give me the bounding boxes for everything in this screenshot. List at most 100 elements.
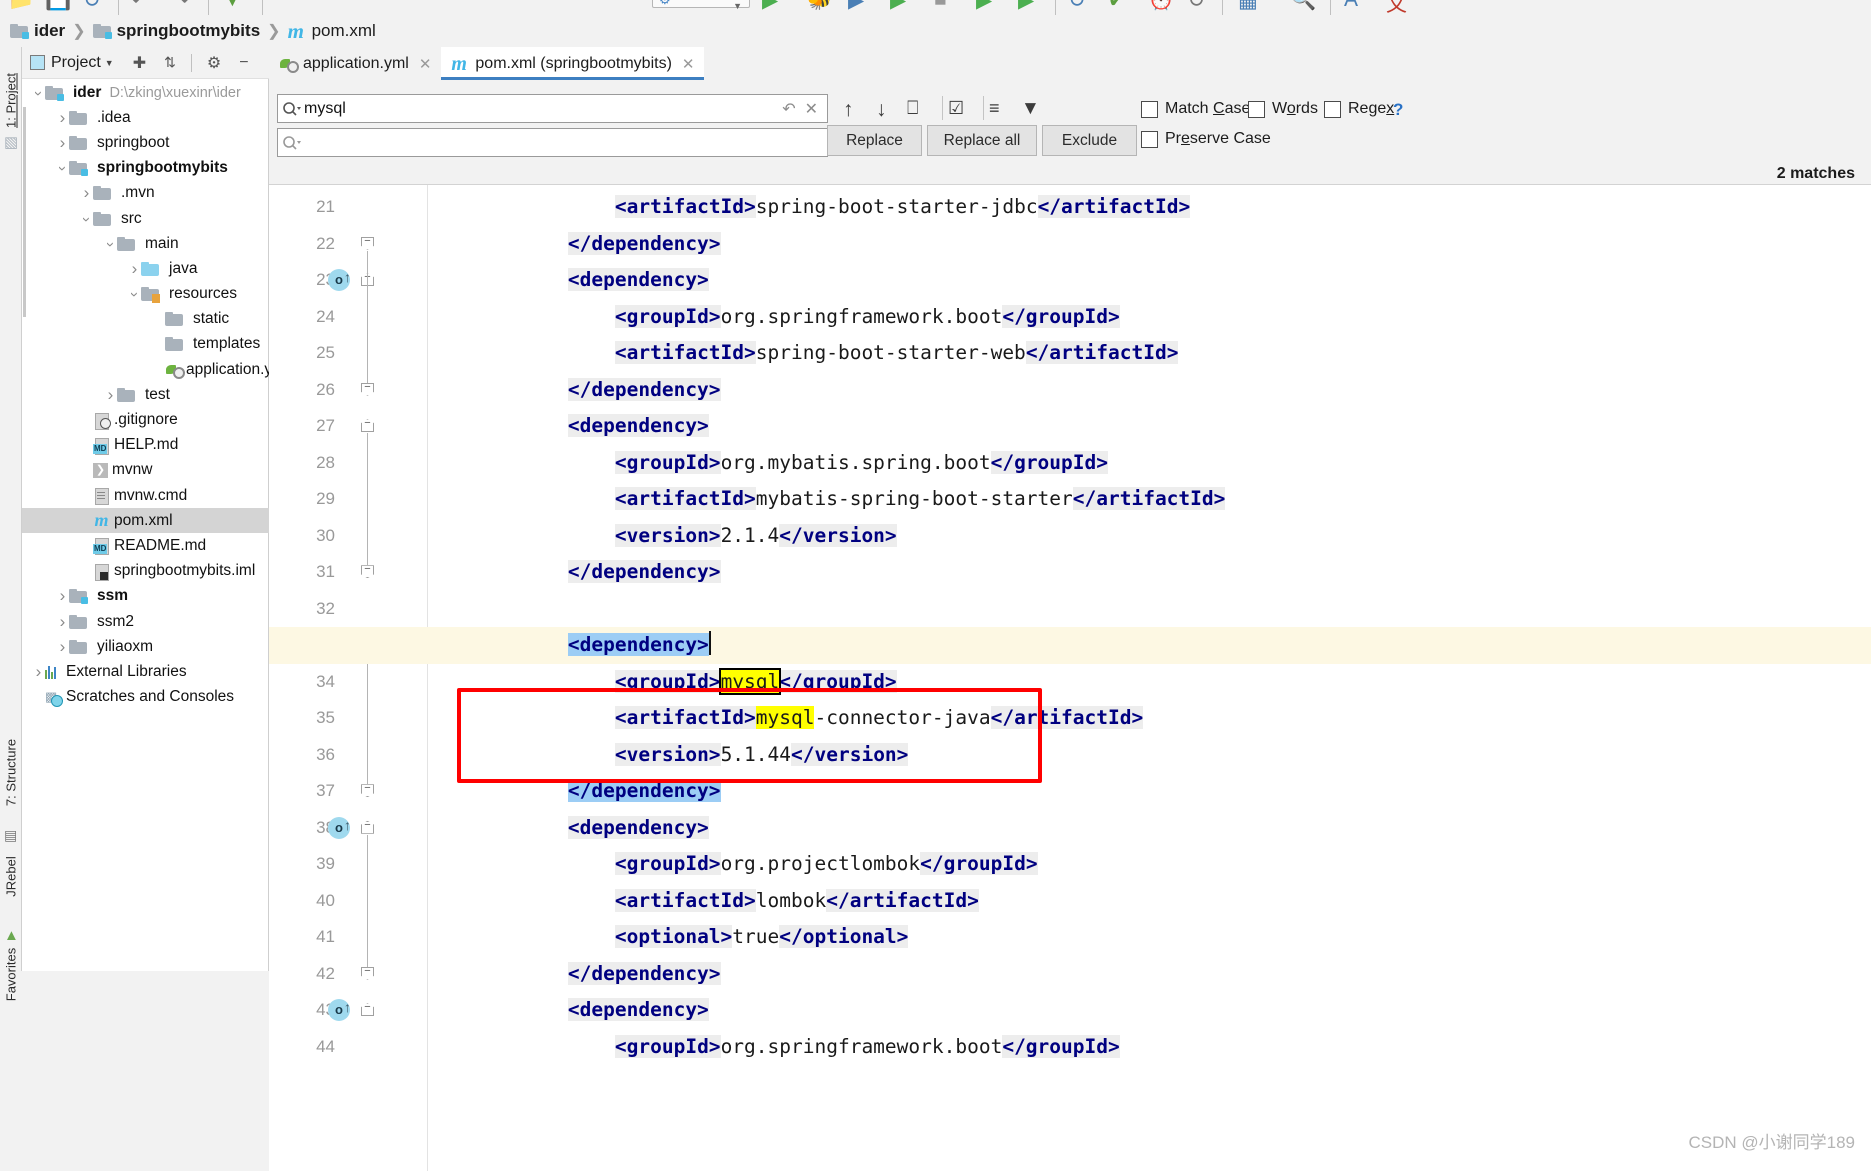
words-checkbox[interactable]: Words	[1248, 100, 1318, 118]
code-line-43[interactable]: <dependency>	[269, 992, 1871, 1029]
replace-button[interactable]: Replace	[827, 125, 922, 156]
attach-icon[interactable]: ▶	[1018, 0, 1034, 13]
tree-item-static[interactable]: static	[22, 307, 269, 332]
vcs-history-icon[interactable]: ⏰	[1148, 0, 1174, 12]
code-line-37[interactable]: </dependency>	[269, 773, 1871, 810]
regex-help-icon[interactable]: ?	[1393, 100, 1403, 120]
redo-icon[interactable]: ↷	[172, 0, 190, 13]
tree-expand-arrow-icon[interactable]: ›	[104, 385, 117, 405]
tree-item--gitignore[interactable]: .gitignore	[22, 407, 269, 432]
run-configuration-selector[interactable]: ⚙ ssm ▼	[652, 0, 750, 11]
code-line-23[interactable]: <dependency>	[269, 262, 1871, 299]
tree-item-springbootmybits[interactable]: › springbootmybits	[22, 156, 269, 181]
tree-expand-arrow-icon[interactable]: ›	[78, 209, 95, 229]
tree-expand-arrow-icon[interactable]: ›	[56, 133, 69, 153]
code-line-42[interactable]: </dependency>	[269, 956, 1871, 993]
hide-panel-icon[interactable]: −	[239, 54, 248, 72]
tree-item-yiliaoxm[interactable]: › yiliaoxm	[22, 634, 269, 659]
tree-expand-arrow-icon[interactable]: ›	[56, 108, 69, 128]
code-line-36[interactable]: <version>5.1.44</version>	[269, 737, 1871, 774]
tree-item-readme-md[interactable]: MD README.md	[22, 533, 269, 558]
breadcrumb-item-ider[interactable]: ider	[10, 21, 65, 41]
search-icon[interactable]	[278, 101, 304, 117]
code-line-44[interactable]: <groupId>org.springframework.boot</group…	[269, 1029, 1871, 1066]
code-line-21[interactable]: <artifactId>spring-boot-starter-jdbc</ar…	[269, 189, 1871, 226]
code-line-39[interactable]: <groupId>org.projectlombok</groupId>	[269, 846, 1871, 883]
tree-item-external-libraries[interactable]: › External Libraries	[22, 659, 269, 684]
replace-all-button[interactable]: Replace all	[927, 125, 1037, 156]
code-line-28[interactable]: <groupId>org.mybatis.spring.boot</groupI…	[269, 445, 1871, 482]
tree-item-test[interactable]: › test	[22, 382, 269, 407]
tree-item-main[interactable]: › main	[22, 231, 269, 256]
tree-item-ssm[interactable]: › ssm	[22, 584, 269, 609]
code-line-31[interactable]: </dependency>	[269, 554, 1871, 591]
tree-expand-arrow-icon[interactable]: ›	[102, 234, 119, 254]
find-previous-icon[interactable]: ↑	[843, 98, 854, 122]
in-selection-icon[interactable]: ≡	[989, 98, 1000, 119]
project-scrollbar-thumb[interactable]	[23, 107, 26, 317]
tree-item-springboot[interactable]: › springboot	[22, 130, 269, 155]
tool-window-favorites[interactable]: Favorites	[4, 940, 19, 1010]
open-folder-icon[interactable]: 📁	[8, 0, 34, 12]
clear-search-icon[interactable]: ✕	[805, 99, 818, 119]
checkbox-box[interactable]	[1324, 100, 1341, 118]
breadcrumb-item-springbootmybits[interactable]: springbootmybits	[92, 21, 260, 41]
stop-icon[interactable]: ■	[934, 0, 947, 12]
code-line-41[interactable]: <optional>true</optional>	[269, 919, 1871, 956]
settings-gear-icon[interactable]: ⚙	[207, 53, 221, 73]
code-line-29[interactable]: <artifactId>mybatis-spring-boot-starter<…	[269, 481, 1871, 518]
replace-input[interactable]	[304, 133, 827, 152]
checkbox-box[interactable]	[1141, 130, 1158, 148]
sync-icon[interactable]: ↻	[83, 0, 101, 13]
tree-item--idea[interactable]: › .idea	[22, 105, 269, 130]
tree-item-pom-xml[interactable]: m pom.xml	[22, 508, 269, 534]
match-case-checkbox[interactable]: Match Case	[1141, 100, 1250, 118]
checkbox-box[interactable]	[1248, 100, 1265, 118]
checkbox-box[interactable]	[1141, 100, 1158, 118]
filter-icon[interactable]: ▼	[1021, 98, 1040, 120]
code-line-38[interactable]: <dependency>	[269, 810, 1871, 847]
tree-expand-arrow-icon[interactable]: ›	[128, 259, 141, 279]
project-tree[interactable]: › ider D:\zking\xuexinr\ider › .idea › springb…	[22, 80, 269, 971]
tree-expand-arrow-icon[interactable]: ›	[126, 284, 143, 304]
tree-item-mvnw-cmd[interactable]: mvnw.cmd	[22, 483, 269, 508]
tree-expand-arrow-icon[interactable]: ›	[80, 183, 93, 203]
tree-item-help-md[interactable]: MD HELP.md	[22, 433, 269, 458]
replace-field[interactable]	[277, 128, 828, 157]
code-line-40[interactable]: <artifactId>lombok</artifactId>	[269, 883, 1871, 920]
undo-icon[interactable]: ↶	[131, 0, 149, 13]
vcs-revert-icon[interactable]: ↺	[1188, 0, 1206, 13]
tree-item-application-yml[interactable]: application.yml	[22, 357, 269, 382]
tree-item-templates[interactable]: templates	[22, 332, 269, 357]
tree-expand-arrow-icon[interactable]: ›	[56, 586, 69, 606]
code-line-27[interactable]: <dependency>	[269, 408, 1871, 445]
tree-item-scratches-and-consoles[interactable]: ▩ Scratches and Consoles	[22, 685, 269, 710]
search-input[interactable]	[304, 99, 783, 118]
tab-pom-xml[interactable]: m pom.xml (springbootmybits) ✕	[441, 47, 705, 80]
tree-item-ider[interactable]: › ider D:\zking\xuexinr\ider	[22, 80, 269, 105]
tree-item-resources[interactable]: › resources	[22, 282, 269, 307]
close-icon[interactable]: ✕	[682, 55, 695, 73]
tree-item-src[interactable]: › src	[22, 206, 269, 231]
tool-window-structure[interactable]: 7: Structure	[4, 738, 19, 808]
code-lines[interactable]: <artifactId>spring-boot-starter-jdbc</ar…	[269, 185, 1871, 1171]
tab-application-yml[interactable]: application.yml ✕	[269, 47, 442, 80]
tool-window-project[interactable]: 1: Project	[4, 66, 19, 136]
search-everywhere-icon[interactable]: 🔍	[1290, 0, 1316, 12]
run-with-coverage-icon[interactable]: ▶	[848, 0, 864, 13]
code-editor[interactable]: 2122−23−o↑242526−27−28293031−3233−o↑3435…	[269, 185, 1871, 1171]
code-line-26[interactable]: </dependency>	[269, 372, 1871, 409]
open-in-find-window-icon[interactable]: ⎕	[907, 98, 918, 120]
chevron-down-icon[interactable]: ▼	[105, 58, 114, 68]
project-tool-icon[interactable]: ▧	[4, 133, 18, 151]
close-icon[interactable]: ✕	[419, 55, 432, 73]
vcs-commit-icon[interactable]: ✔	[1108, 0, 1126, 13]
tool-window-jrebel[interactable]: JRebel	[4, 842, 19, 912]
preserve-case-checkbox[interactable]: Preserve Case	[1141, 130, 1271, 148]
tree-expand-arrow-icon[interactable]: ›	[56, 637, 69, 657]
code-line-35[interactable]: <artifactId>mysql-connector-java</artifa…	[269, 700, 1871, 737]
translate-icon[interactable]: A	[1344, 0, 1358, 12]
tree-item-java[interactable]: › java	[22, 256, 269, 281]
code-line-33[interactable]: <dependency>	[269, 627, 1871, 664]
tree-expand-arrow-icon[interactable]: ›	[30, 83, 47, 103]
